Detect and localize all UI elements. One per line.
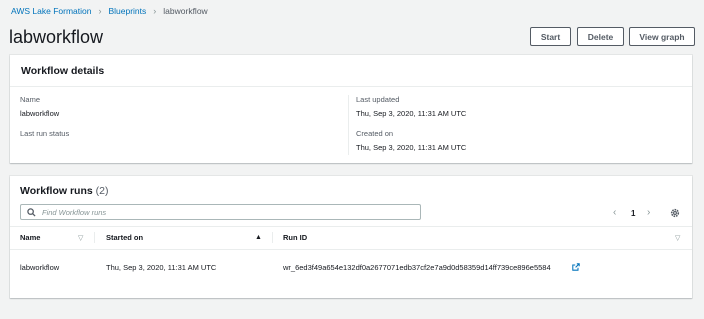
created-on-value: Thu, Sep 3, 2020, 11:31 AM UTC (356, 143, 467, 152)
column-header-run-id[interactable]: Run ID (283, 233, 307, 242)
next-page-icon[interactable]: › (647, 207, 650, 218)
settings-gear-icon[interactable] (670, 208, 680, 218)
last-run-status-label: Last run status (20, 129, 70, 138)
external-link-icon[interactable] (572, 263, 580, 271)
breadcrumb-current: labworkflow (163, 6, 208, 16)
header-bottom-border (10, 249, 692, 250)
last-updated-value: Thu, Sep 3, 2020, 11:31 AM UTC (356, 109, 467, 118)
column-header-name[interactable]: Name (20, 233, 40, 242)
name-value: labworkflow (20, 109, 60, 118)
column-divider (94, 232, 95, 243)
page-title: labworkflow (9, 27, 104, 47)
created-on-label: Created on (356, 129, 394, 138)
row-name: labworkflow (20, 263, 60, 272)
sort-caret-icon[interactable]: ▽ (78, 234, 83, 242)
workflow-details-header: Workflow details (10, 55, 692, 87)
workflow-runs-title: Workflow runs (20, 185, 93, 197)
workflow-details-panel: Workflow details Name labworkflow Last r… (10, 55, 692, 163)
breadcrumb-link-lake-formation[interactable]: AWS Lake Formation (11, 6, 91, 16)
row-started-on: Thu, Sep 3, 2020, 11:31 AM UTC (106, 263, 217, 272)
search-input[interactable] (42, 207, 402, 217)
search-box (20, 204, 421, 220)
workflow-runs-heading: Workflow runs (2) (20, 185, 109, 197)
workflow-runs-count: (2) (95, 185, 109, 197)
delete-button[interactable]: Delete (577, 27, 624, 46)
run-id-link[interactable]: wr_6ed3f49a654e132df0a2677071edb37cf2e7a… (283, 263, 551, 272)
column-header-started-on[interactable]: Started on (106, 233, 143, 242)
sort-caret-icon[interactable]: ▽ (675, 234, 680, 242)
sort-ascending-icon[interactable]: ▲ (255, 234, 262, 241)
chevron-right-icon: › (153, 6, 157, 16)
breadcrumb: AWS Lake Formation › Blueprints › labwor… (11, 6, 208, 16)
name-label: Name (20, 95, 41, 104)
column-divider (272, 232, 273, 243)
view-graph-button[interactable]: View graph (629, 27, 695, 46)
search-icon (27, 207, 36, 217)
chevron-right-icon: › (98, 6, 102, 16)
workflow-details-title: Workflow details (21, 64, 105, 77)
start-button[interactable]: Start (530, 27, 571, 46)
table-top-border (10, 226, 692, 227)
previous-page-icon[interactable]: ‹ (613, 207, 616, 218)
column-divider (348, 95, 349, 155)
last-updated-label: Last updated (356, 95, 400, 104)
workflow-runs-panel: Workflow runs (2) ‹ 1 › Name ▽ Started o… (10, 176, 692, 298)
page-number[interactable]: 1 (631, 209, 635, 218)
breadcrumb-link-blueprints[interactable]: Blueprints (108, 6, 146, 16)
